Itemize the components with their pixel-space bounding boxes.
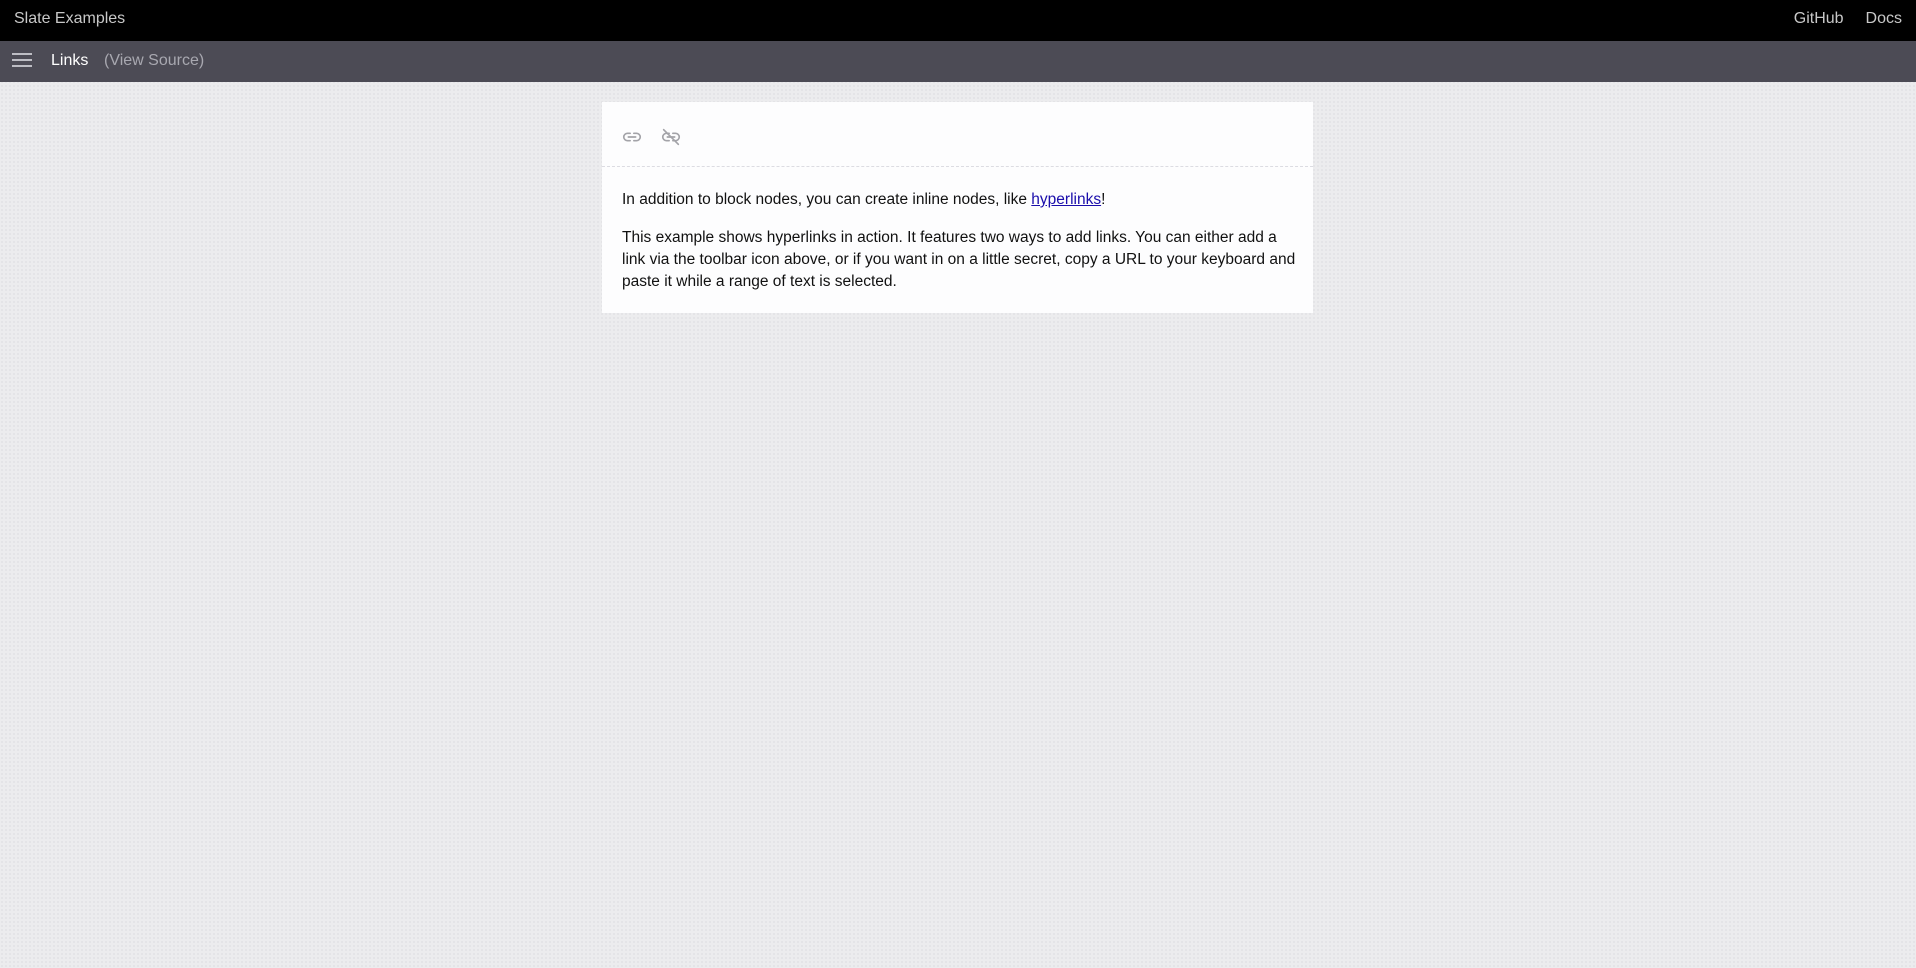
github-link[interactable]: GitHub (1794, 10, 1844, 28)
view-source-link[interactable]: (View Source) (104, 52, 204, 70)
top-nav-bar: Slate Examples GitHub Docs (0, 0, 1916, 41)
paragraph-intro-text: In addition to block nodes, you can crea… (622, 191, 1032, 208)
paragraph-intro-end: ! (1101, 191, 1106, 208)
top-nav-links: GitHub Docs (1794, 10, 1902, 28)
editor-toolbar (602, 102, 1313, 167)
example-header-bar: Links (View Source) (0, 41, 1916, 82)
link-icon[interactable] (621, 126, 643, 148)
paragraph-description: This example shows hyperlinks in action.… (622, 229, 1296, 290)
hyperlinks-link[interactable]: hyperlinks (1031, 191, 1101, 208)
example-title: Links (51, 52, 89, 69)
editor-panel: In addition to block nodes, you can crea… (602, 102, 1313, 313)
editor-content[interactable]: In addition to block nodes, you can crea… (622, 189, 1297, 293)
brand-title[interactable]: Slate Examples (14, 10, 125, 28)
docs-link[interactable]: Docs (1866, 10, 1902, 28)
unlink-icon[interactable] (660, 126, 682, 148)
hamburger-menu-icon[interactable] (12, 53, 32, 69)
paragraph-intro: In addition to block nodes, you can crea… (622, 189, 1297, 211)
